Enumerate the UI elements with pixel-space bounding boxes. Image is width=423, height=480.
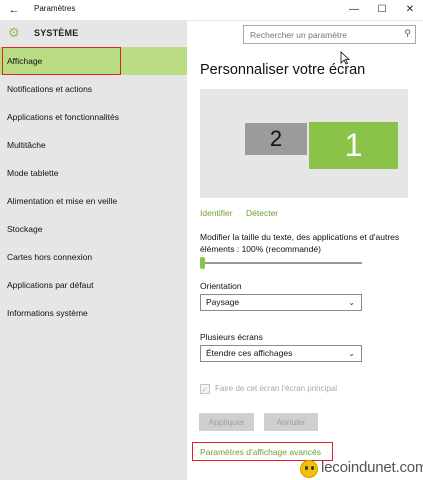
orientation-value: Paysage: [206, 297, 240, 307]
back-arrow-icon[interactable]: ←: [6, 2, 22, 18]
gear-icon: ⚙: [8, 25, 20, 40]
search-input[interactable]: [244, 26, 394, 43]
sidebar-item-cartes[interactable]: Cartes hors connexion: [0, 243, 187, 271]
display-arrangement: 2 1: [200, 89, 408, 198]
watermark-text: lecoindunet.com: [321, 459, 423, 476]
slider-thumb[interactable]: [200, 257, 205, 269]
multi-screens-value: Étendre ces affichages: [206, 348, 293, 358]
sidebar-item-alimentation[interactable]: Alimentation et mise en veille: [0, 187, 187, 215]
primary-display-checkbox[interactable]: ✓: [200, 384, 210, 394]
close-button[interactable]: ✕: [396, 0, 423, 20]
page-title: Personnaliser votre écran: [200, 62, 366, 78]
cancel-button[interactable]: Annuler: [264, 413, 318, 431]
window-title: Paramètres: [34, 4, 76, 13]
monitor-1[interactable]: 1: [309, 122, 398, 169]
text-size-slider[interactable]: [200, 257, 362, 269]
detect-link[interactable]: Détecter: [246, 208, 278, 218]
chevron-down-icon: ⌄: [348, 349, 355, 358]
sidebar-item-mode-tablette[interactable]: Mode tablette: [0, 159, 187, 187]
slider-track: [200, 262, 362, 264]
chevron-down-icon: ⌄: [348, 298, 355, 307]
multi-screens-label: Plusieurs écrans: [200, 332, 263, 342]
watermark-logo-icon: [300, 460, 318, 478]
sidebar-item-notifications[interactable]: Notifications et actions: [0, 75, 187, 103]
search-icon[interactable]: ⚲: [404, 28, 411, 39]
multi-screens-select[interactable]: Étendre ces affichages ⌄: [200, 345, 362, 362]
text-size-label: Modifier la taille du texte, des applica…: [200, 232, 400, 254]
sidebar: ⚙ SYSTÈME Affichage Notifications et act…: [0, 21, 187, 480]
minimize-button[interactable]: —: [340, 0, 368, 20]
advanced-display-settings-link[interactable]: Paramètres d'affichage avancés: [200, 447, 321, 457]
title-bar: ← Paramètres — ☐ ✕: [0, 0, 423, 21]
apply-button[interactable]: Appliquer: [199, 413, 254, 431]
maximize-button[interactable]: ☐: [368, 0, 396, 20]
sidebar-item-applications-defaut[interactable]: Applications par défaut: [0, 271, 187, 299]
sidebar-header: ⚙ SYSTÈME: [0, 21, 187, 47]
orientation-label: Orientation: [200, 281, 242, 291]
sidebar-item-informations[interactable]: Informations système: [0, 299, 187, 327]
sidebar-item-stockage[interactable]: Stockage: [0, 215, 187, 243]
sidebar-item-affichage[interactable]: Affichage: [0, 47, 187, 75]
monitor-2[interactable]: 2: [245, 123, 307, 155]
sidebar-item-multitache[interactable]: Multitâche: [0, 131, 187, 159]
primary-display-label: Faire de cet écran l'écran principal: [215, 384, 338, 393]
sidebar-item-applications[interactable]: Applications et fonctionnalités: [0, 103, 187, 131]
orientation-select[interactable]: Paysage ⌄: [200, 294, 362, 311]
search-box[interactable]: ⚲: [243, 25, 416, 44]
identify-link[interactable]: Identifier: [200, 208, 233, 218]
sidebar-header-label: SYSTÈME: [34, 28, 79, 38]
